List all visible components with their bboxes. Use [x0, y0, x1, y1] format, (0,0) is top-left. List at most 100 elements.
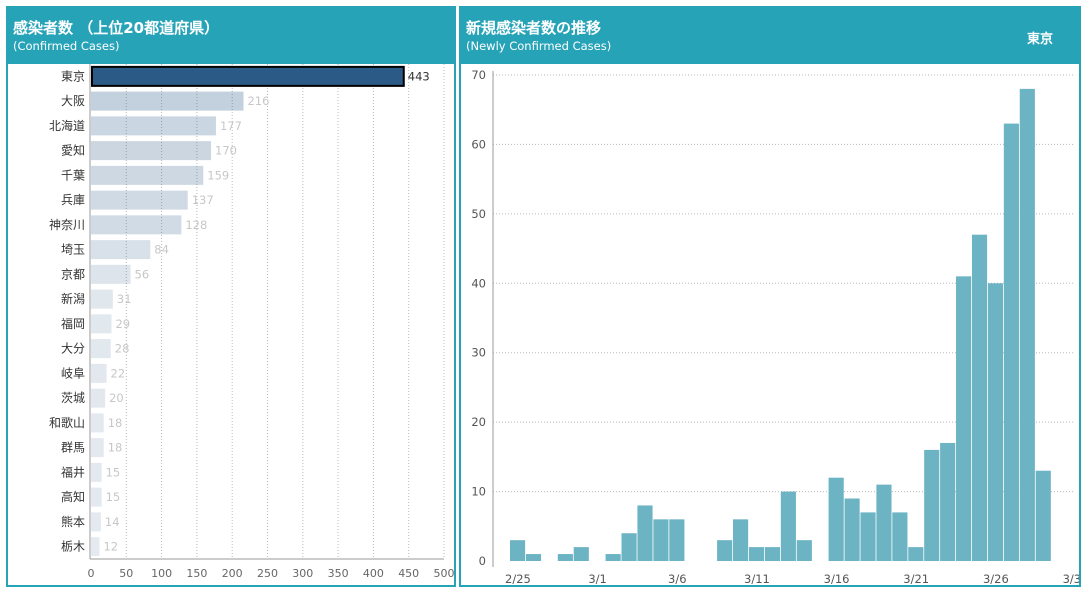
x-tick-label: 3/26 — [983, 572, 1009, 585]
bar-value-label: 216 — [247, 94, 269, 108]
daily-bar — [987, 283, 1004, 561]
category-label: 千葉 — [61, 168, 85, 182]
bar — [91, 339, 111, 359]
daily-bar — [637, 505, 653, 561]
daily-bar — [764, 547, 781, 561]
y-tick-label: 40 — [471, 276, 486, 290]
daily-bar — [844, 498, 860, 561]
category-label: 京都 — [61, 267, 85, 281]
x-tick-label: 200 — [222, 567, 243, 580]
x-tick-label: 300 — [292, 567, 313, 580]
confirmed-cases-title: 感染者数 （上位20都道府県） — [13, 19, 220, 37]
daily-bar — [525, 554, 542, 561]
y-tick-label: 10 — [471, 485, 486, 499]
x-tick-label: 50 — [119, 567, 133, 580]
daily-bar — [1035, 470, 1051, 561]
category-label: 埼玉 — [61, 243, 85, 257]
new-cases-header: 新規感染者数の推移 (Newly Confirmed Cases) 東京 — [461, 8, 1079, 64]
daily-bar — [621, 533, 637, 561]
bar — [91, 388, 106, 408]
daily-bar — [892, 512, 908, 561]
daily-bar — [908, 547, 924, 561]
daily-bar — [573, 547, 589, 561]
x-tick-label: 450 — [398, 567, 419, 580]
y-tick-label: 0 — [479, 554, 486, 568]
daily-bar — [717, 540, 733, 561]
daily-bar — [860, 512, 876, 561]
category-label: 熊本 — [61, 514, 85, 529]
bar-value-label: 15 — [106, 490, 121, 504]
x-tick-label: 3/11 — [744, 572, 770, 585]
bar-value-label: 56 — [135, 267, 150, 281]
category-label: 岐阜 — [61, 366, 85, 380]
x-tick-label: 2/25 — [505, 572, 531, 585]
daily-bar — [828, 477, 844, 561]
daily-bar — [510, 540, 526, 561]
category-label: 愛知 — [61, 144, 85, 158]
bar-value-label: 159 — [207, 168, 229, 182]
y-tick-label: 50 — [471, 207, 486, 221]
x-tick-label: 3/16 — [824, 572, 850, 585]
new-cases-subtitle: (Newly Confirmed Cases) — [466, 39, 612, 53]
bar — [91, 240, 151, 260]
daily-bar — [796, 540, 812, 561]
x-tick-label: 3/1 — [588, 572, 607, 585]
daily-bar — [653, 519, 669, 561]
x-tick-label: 0 — [88, 567, 95, 580]
x-tick-label: 500 — [434, 567, 455, 580]
daily-bar — [748, 547, 765, 561]
category-label: 新潟 — [61, 291, 85, 306]
x-tick-label: 350 — [328, 567, 349, 580]
bar-value-label: 443 — [408, 69, 430, 83]
bar — [91, 289, 113, 309]
category-label: 福岡 — [61, 316, 85, 331]
daily-bar — [876, 484, 892, 561]
bar — [91, 413, 104, 433]
daily-bar — [1019, 88, 1035, 561]
category-label: 兵庫 — [61, 193, 85, 207]
daily-bar — [733, 519, 749, 561]
daily-bar — [780, 491, 796, 561]
prefecture-filter-label[interactable]: 東京 — [1027, 28, 1053, 47]
daily-bar — [1003, 123, 1019, 561]
daily-bar — [605, 554, 621, 561]
confirmed-cases-bar-chart: 0 50 100 150 200 250 300 350 400 450 500 東京 443 大阪 216… — [49, 64, 455, 580]
category-label: 東京 — [61, 69, 85, 83]
x-tick-label: 150 — [186, 567, 207, 580]
category-label: 北海道 — [49, 118, 85, 133]
bar-value-label: 177 — [220, 119, 242, 133]
bar-value-label: 20 — [109, 391, 124, 405]
bar — [91, 116, 216, 136]
y-tick-label: 70 — [471, 68, 486, 82]
x-tick-label: 400 — [363, 567, 384, 580]
bar-value-label: 29 — [115, 317, 130, 331]
bar-value-label: 28 — [115, 342, 130, 356]
bar-value-label: 84 — [154, 243, 169, 257]
bar — [91, 141, 212, 161]
bar — [91, 462, 102, 482]
category-label: 茨城 — [61, 391, 85, 405]
confirmed-cases-header: 感染者数 （上位20都道府県） (Confirmed Cases) — [8, 8, 454, 64]
bar — [91, 264, 131, 284]
new-cases-title: 新規感染者数の推移 — [466, 19, 602, 37]
y-tick-label: 20 — [471, 415, 486, 429]
bar — [91, 91, 244, 111]
daily-bar — [956, 276, 972, 561]
bar-value-label: 18 — [108, 416, 123, 430]
bar — [91, 314, 112, 334]
bar-value-label: 170 — [215, 144, 237, 158]
x-tick-label: 3/21 — [903, 572, 929, 585]
x-tick-label: 3/31 — [1063, 572, 1079, 585]
category-label: 高知 — [61, 489, 85, 504]
bar — [91, 438, 104, 458]
confirmed-cases-panel: 感染者数 （上位20都道府県） (Confirmed Cases) 0 50 100… — [6, 6, 456, 587]
x-tick-label: 3/6 — [668, 572, 687, 585]
bar — [91, 487, 102, 507]
x-tick-label: 250 — [257, 567, 278, 580]
bar — [91, 537, 100, 557]
bar — [91, 363, 107, 383]
bar-value-label: 15 — [106, 465, 121, 479]
new-cases-histogram: 0 10 20 30 40 50 60 70 2/25 3/1 3/6 3/11 3/16 3/21 3/2… — [471, 68, 1079, 585]
category-label: 大分 — [61, 342, 85, 356]
bar-value-label: 31 — [117, 292, 132, 306]
